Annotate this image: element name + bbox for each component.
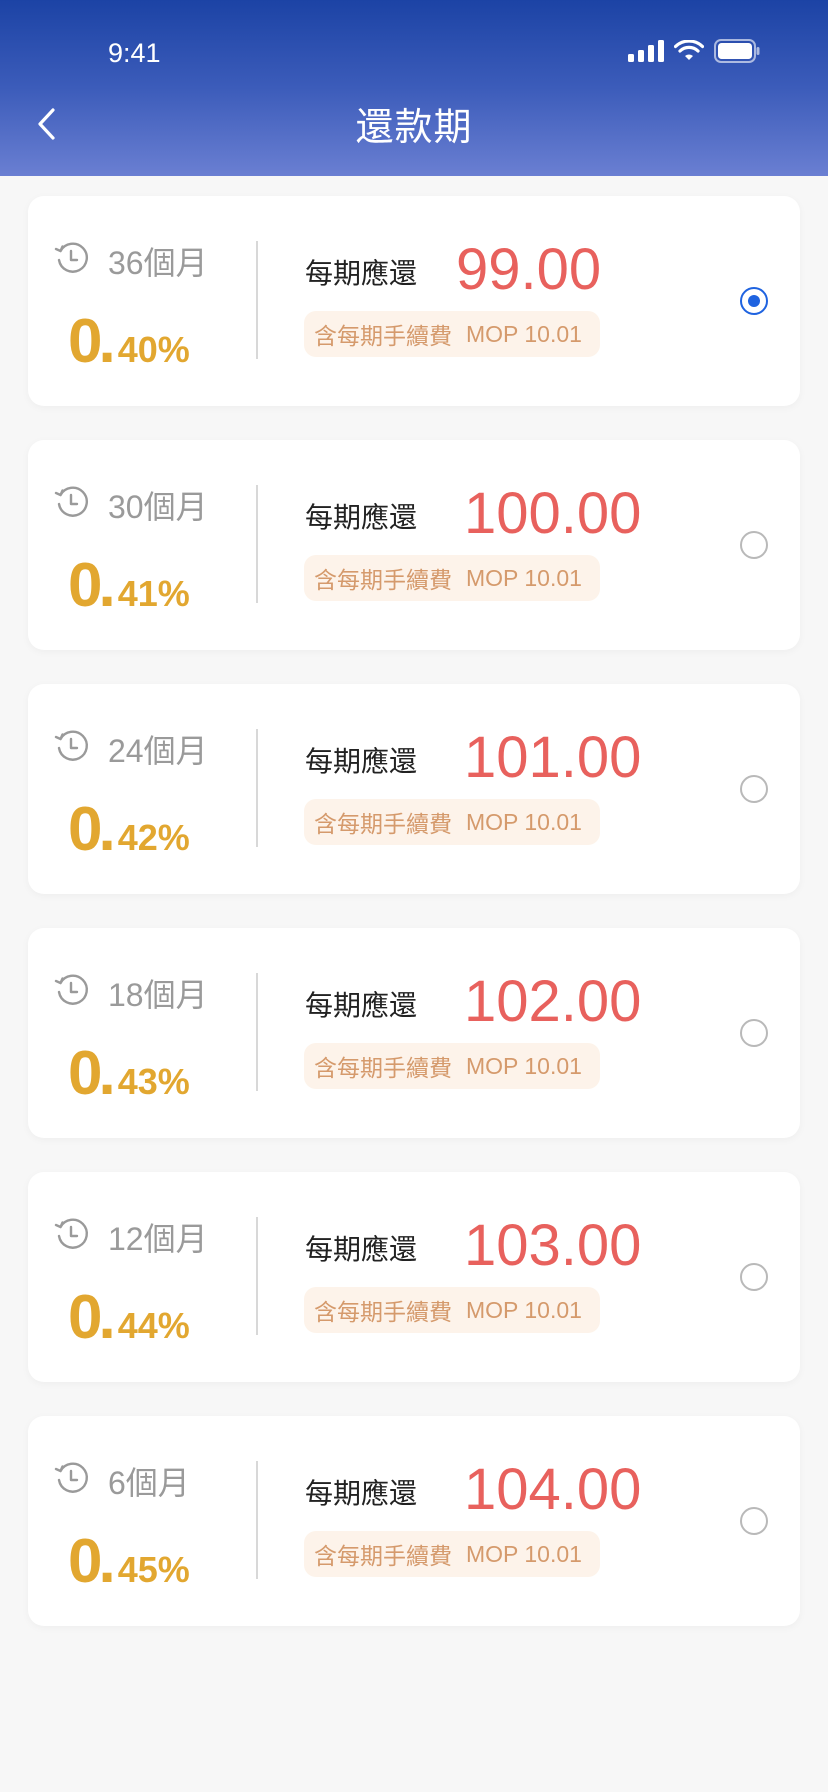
wifi-icon bbox=[674, 40, 704, 60]
plan-card-6[interactable]: 6個月 0.45% 每期應還 104.00 含每期手續費 MOP 10.01 bbox=[28, 1416, 800, 1626]
plan-rate: 0.41% bbox=[68, 551, 190, 620]
plan-months: 12個月 bbox=[108, 1221, 208, 1257]
rate-fraction: 43% bbox=[117, 1061, 190, 1102]
fee-badge: 含每期手續費 MOP 10.01 bbox=[304, 1287, 600, 1333]
plan-rate: 0.40% bbox=[68, 307, 190, 376]
plan-rate: 0.44% bbox=[68, 1283, 190, 1352]
plan-card-24[interactable]: 24個月 0.42% 每期應還 101.00 含每期手續費 MOP 10.01 bbox=[28, 684, 800, 894]
divider bbox=[256, 1217, 258, 1335]
clock-icon bbox=[54, 974, 88, 1005]
fee-label: 含每期手續費 bbox=[314, 323, 452, 349]
clock-icon bbox=[54, 486, 88, 517]
per-period-amount: 100.00 bbox=[464, 481, 642, 546]
fee-label: 含每期手續費 bbox=[314, 811, 452, 837]
fee-value: MOP 10.01 bbox=[466, 564, 582, 591]
page-title: 還款期 bbox=[355, 107, 473, 149]
per-period-label: 每期應還 bbox=[305, 502, 418, 533]
per-period-label: 每期應還 bbox=[305, 1478, 418, 1509]
plan-radio[interactable] bbox=[740, 531, 768, 559]
rate-fraction: 40% bbox=[117, 329, 190, 370]
per-period-label: 每期應還 bbox=[305, 990, 418, 1021]
nav-header: 9:41 還款期 bbox=[0, 0, 828, 176]
plan-radio[interactable] bbox=[740, 775, 768, 803]
fee-value: MOP 10.01 bbox=[466, 1052, 582, 1079]
plan-rate: 0.43% bbox=[68, 1039, 190, 1108]
fee-badge: 含每期手續費 MOP 10.01 bbox=[304, 555, 600, 601]
plan-months: 24個月 bbox=[108, 733, 208, 769]
fee-value: MOP 10.01 bbox=[466, 1540, 582, 1567]
clock-icon bbox=[54, 1462, 88, 1493]
clock-icon bbox=[54, 242, 88, 273]
fee-label: 含每期手續費 bbox=[314, 1299, 452, 1325]
fee-label: 含每期手續費 bbox=[314, 1543, 452, 1569]
divider bbox=[256, 729, 258, 847]
fee-value: MOP 10.01 bbox=[466, 1296, 582, 1323]
plan-rate: 0.45% bbox=[68, 1527, 190, 1596]
clock-icon bbox=[54, 1218, 88, 1249]
fee-badge: 含每期手續費 MOP 10.01 bbox=[304, 311, 600, 357]
plan-radio[interactable] bbox=[740, 1507, 768, 1535]
per-period-amount: 99.00 bbox=[456, 237, 602, 302]
clock-icon bbox=[54, 730, 88, 761]
rate-fraction: 44% bbox=[117, 1305, 190, 1346]
plan-months: 18個月 bbox=[108, 977, 208, 1013]
divider bbox=[256, 241, 258, 359]
plan-card-12[interactable]: 12個月 0.44% 每期應還 103.00 含每期手續費 MOP 10.01 bbox=[28, 1172, 800, 1382]
fee-badge: 含每期手續費 MOP 10.01 bbox=[304, 1531, 600, 1577]
per-period-amount: 104.00 bbox=[464, 1457, 642, 1522]
plan-months: 30個月 bbox=[108, 489, 208, 525]
rate-fraction: 42% bbox=[117, 817, 190, 858]
divider bbox=[256, 1461, 258, 1579]
divider bbox=[256, 973, 258, 1091]
per-period-amount: 103.00 bbox=[464, 1213, 642, 1278]
per-period-label: 每期應還 bbox=[305, 1234, 418, 1265]
per-period-label: 每期應還 bbox=[305, 746, 418, 777]
divider bbox=[256, 485, 258, 603]
per-period-label: 每期應還 bbox=[305, 258, 418, 289]
fee-value: MOP 10.01 bbox=[466, 808, 582, 835]
rate-fraction: 45% bbox=[117, 1549, 190, 1590]
signal-icon bbox=[628, 40, 664, 62]
plan-card-30[interactable]: 30個月 0.41% 每期應還 100.00 含每期手續費 MOP 10.01 bbox=[28, 440, 800, 650]
plan-radio[interactable] bbox=[740, 287, 768, 315]
rate-fraction: 41% bbox=[117, 573, 190, 614]
fee-value: MOP 10.01 bbox=[466, 320, 582, 347]
plan-radio[interactable] bbox=[740, 1263, 768, 1291]
per-period-amount: 102.00 bbox=[464, 969, 642, 1034]
plan-rate: 0.42% bbox=[68, 795, 190, 864]
status-time: 9:41 bbox=[108, 38, 161, 68]
plan-card-18[interactable]: 18個月 0.43% 每期應還 102.00 含每期手續費 MOP 10.01 bbox=[28, 928, 800, 1138]
fee-badge: 含每期手續費 MOP 10.01 bbox=[304, 1043, 600, 1089]
plan-radio[interactable] bbox=[740, 1019, 768, 1047]
plan-months: 36個月 bbox=[108, 245, 208, 281]
battery-icon bbox=[714, 39, 760, 63]
fee-label: 含每期手續費 bbox=[314, 1055, 452, 1081]
per-period-amount: 101.00 bbox=[464, 725, 642, 790]
plan-months: 6個月 bbox=[108, 1465, 190, 1501]
fee-label: 含每期手續費 bbox=[314, 567, 452, 593]
plan-card-36[interactable]: 36個月 0.40% 每期應還 99.00 含每期手續費 MOP 10.01 bbox=[28, 196, 800, 406]
fee-badge: 含每期手續費 MOP 10.01 bbox=[304, 799, 600, 845]
status-icons bbox=[628, 38, 760, 64]
